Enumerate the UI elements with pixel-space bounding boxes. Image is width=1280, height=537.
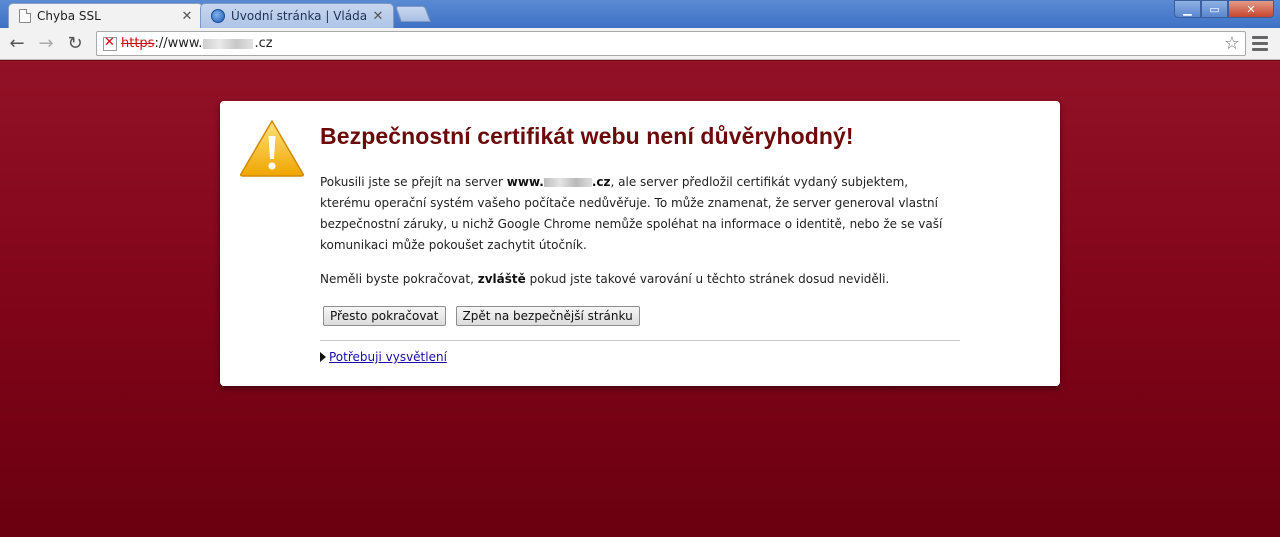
url-suffix: .cz (254, 36, 273, 51)
text: www. (506, 175, 544, 189)
new-tab-button[interactable] (395, 6, 431, 22)
warning-icon (240, 119, 304, 177)
reload-button[interactable]: ↻ (64, 33, 86, 55)
text: Pokusili jste se přejít na server (320, 175, 507, 189)
text: Neměli byste pokračovat, (320, 272, 478, 286)
bookmark-star-icon[interactable]: ☆ (1224, 33, 1240, 54)
back-to-safety-button[interactable]: Zpět na bezpečnější stránku (455, 306, 640, 326)
menu-icon[interactable] (1250, 33, 1270, 53)
broken-lock-icon[interactable] (103, 35, 117, 51)
error-content: Bezpečnostní certifikát webu není důvěry… (320, 123, 960, 364)
action-buttons: Přesto pokračovat Zpět na bezpečnější st… (320, 306, 960, 326)
redacted-domain (543, 178, 592, 187)
globe-icon (211, 9, 225, 23)
error-description: Pokusili jste se přejít na server www. .c… (320, 172, 950, 256)
tab-title: Úvodní stránka | Vláda ČR (231, 9, 371, 23)
proceed-anyway-button[interactable]: Přesto pokračovat (323, 306, 446, 326)
page-icon (19, 9, 31, 23)
emphasis: zvláště (477, 272, 526, 286)
text: .cz (591, 175, 611, 189)
redacted-domain (203, 38, 254, 49)
url-prefix: ://www. (154, 36, 203, 51)
back-button[interactable]: ← (6, 33, 28, 55)
explanation-toggle[interactable]: Potřebuji vysvětlení (320, 350, 960, 364)
close-icon[interactable]: ✕ (371, 9, 385, 24)
maximize-button[interactable]: ▭ (1201, 0, 1228, 18)
server-name: www. .cz (507, 175, 611, 189)
ssl-error-page: Bezpečnostní certifikát webu není důvěry… (0, 61, 1280, 537)
error-title: Bezpečnostní certifikát webu není důvěry… (320, 123, 854, 149)
close-window-button[interactable]: ✕ (1228, 0, 1274, 18)
forward-button[interactable]: → (35, 33, 57, 55)
expand-triangle-icon[interactable] (320, 352, 326, 362)
help-link[interactable]: Potřebuji vysvětlení (329, 350, 447, 364)
url-scheme: https (121, 36, 155, 51)
divider (320, 340, 960, 341)
window-title-bar: Chyba SSL ✕ Úvodní stránka | Vláda ČR ✕ … (0, 0, 1280, 28)
address-bar[interactable]: https ://www. .cz (96, 31, 1246, 56)
tab-vlada[interactable]: Úvodní stránka | Vláda ČR ✕ (200, 3, 394, 28)
error-advice: Neměli byste pokračovat, zvláště pokud j… (320, 269, 960, 290)
close-icon[interactable]: ✕ (180, 9, 194, 24)
minimize-button[interactable]: ▁ (1174, 0, 1201, 18)
window-controls: ▁ ▭ ✕ (1174, 0, 1274, 20)
tab-title: Chyba SSL (37, 9, 101, 23)
browser-toolbar: ← → ↻ https ://www. .cz ☆ (0, 28, 1280, 60)
tab-chyba-ssl[interactable]: Chyba SSL ✕ (8, 3, 203, 28)
error-card: Bezpečnostní certifikát webu není důvěry… (220, 101, 1060, 386)
text: pokud jste takové varování u těchto strá… (525, 272, 890, 286)
